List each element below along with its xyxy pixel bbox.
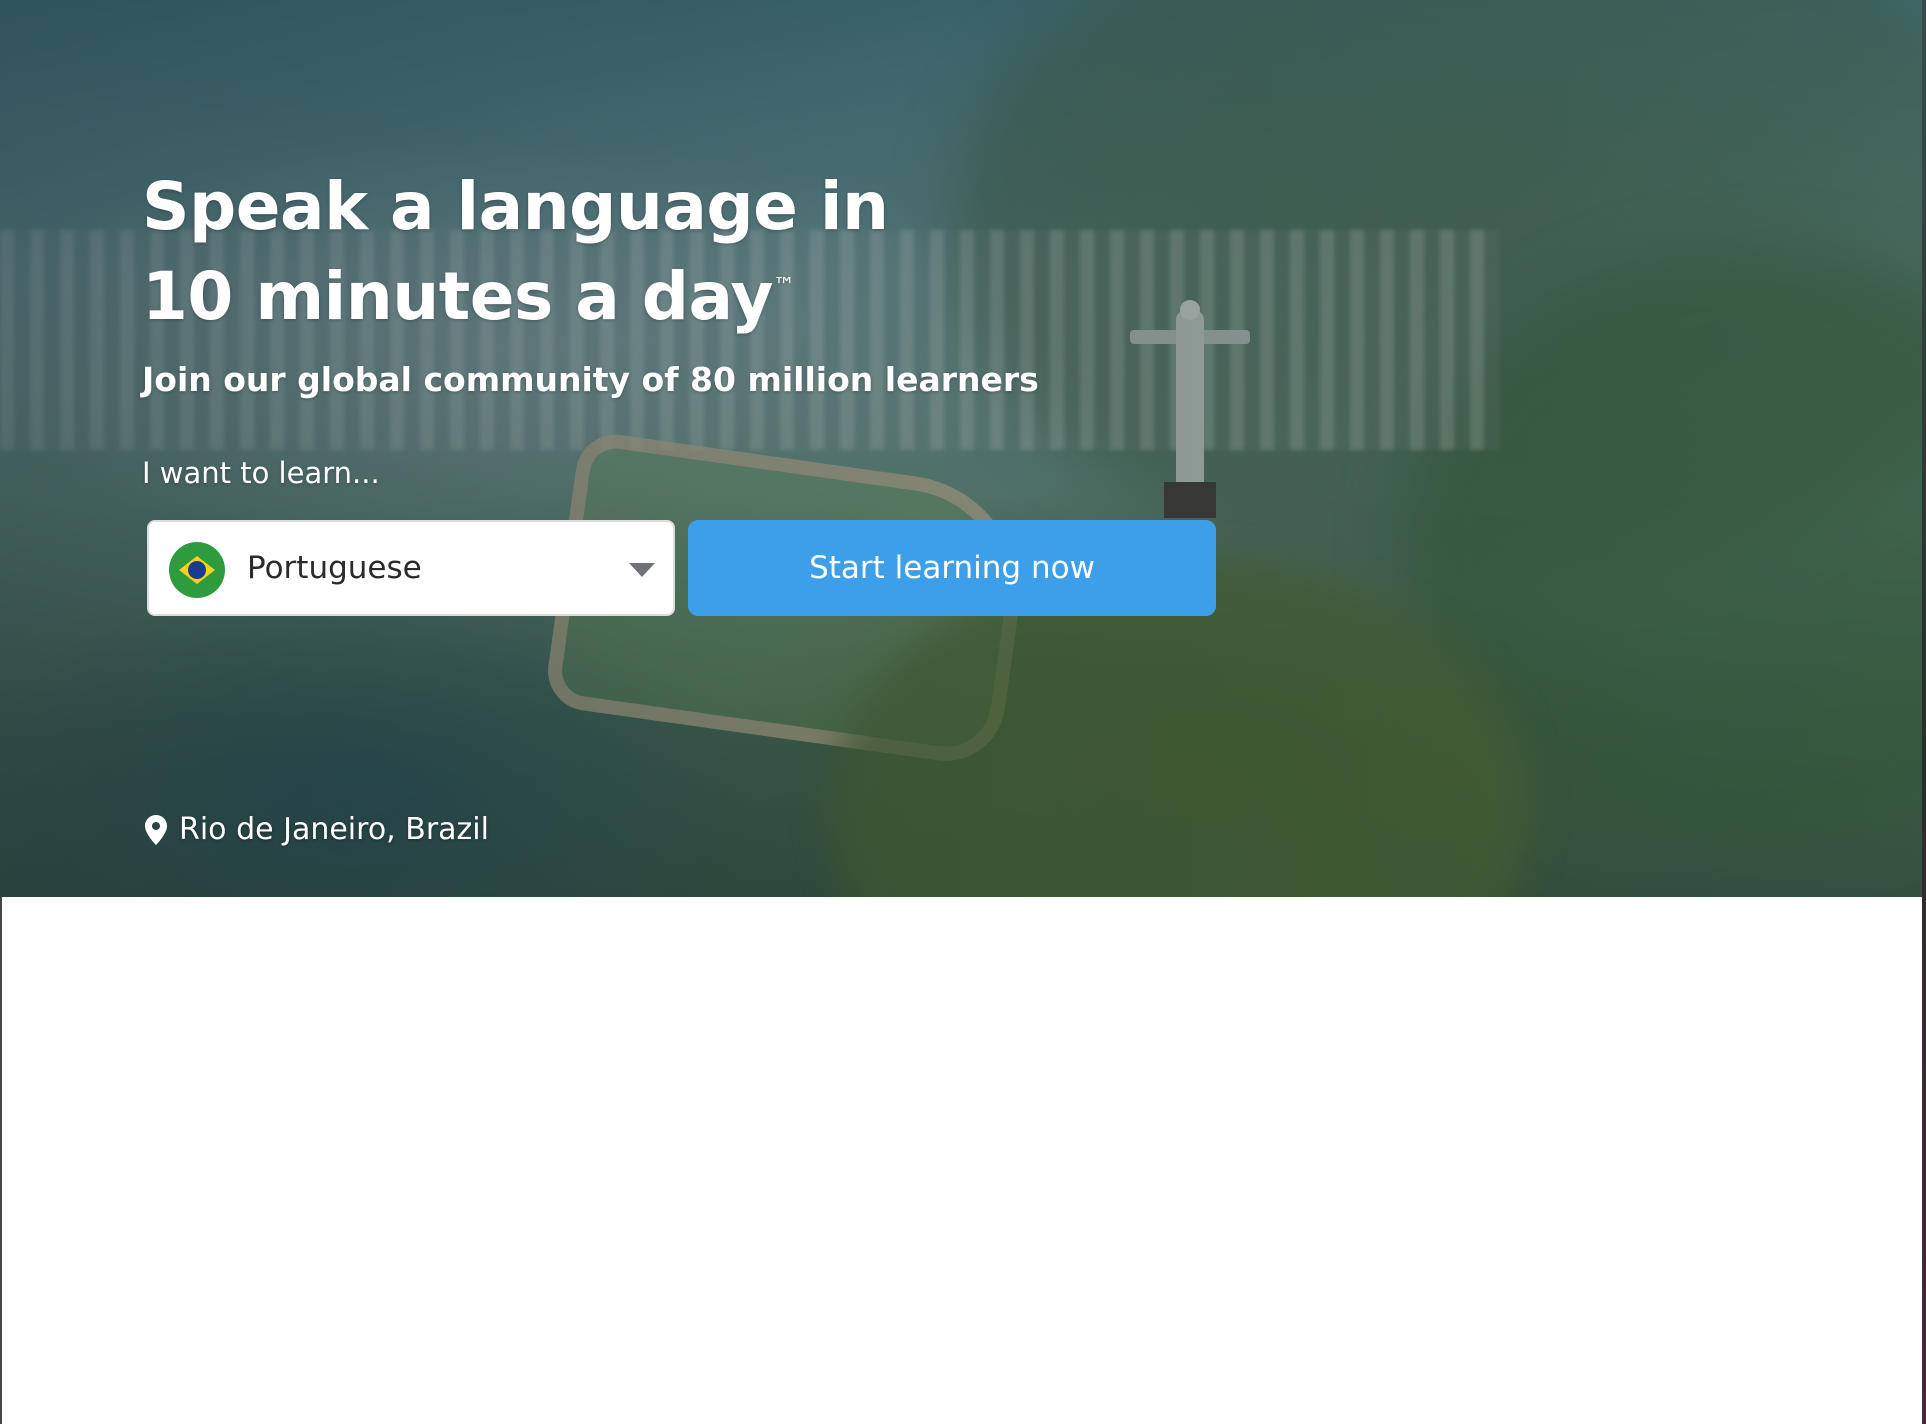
map-pin-icon xyxy=(145,814,167,845)
language-select[interactable]: Portuguese xyxy=(147,520,675,616)
hero-section: Speak a language in 10 minutes a day™ Jo… xyxy=(0,0,1922,897)
hero-headline-line1: Speak a language in xyxy=(142,168,889,245)
page: Speak a language in 10 minutes a day™ Jo… xyxy=(0,0,1926,1424)
hero-headline-line2: 10 minutes a day xyxy=(142,258,774,335)
hero-subheading: Join our global community of 80 million … xyxy=(142,360,1039,399)
window-right-edge xyxy=(1922,0,1926,1424)
language-select-value: Portuguese xyxy=(247,550,422,586)
trademark-symbol: ™ xyxy=(773,274,795,299)
location-text: Rio de Janeiro, Brazil xyxy=(179,812,489,847)
hero-headline: Speak a language in 10 minutes a day™ xyxy=(142,162,889,342)
hero-overlay xyxy=(0,0,1922,897)
brazil-flag-icon xyxy=(169,542,225,598)
chevron-down-icon[interactable] xyxy=(629,563,655,577)
start-learning-button[interactable]: Start learning now xyxy=(688,520,1216,616)
learn-label: I want to learn... xyxy=(142,456,380,490)
location-caption: Rio de Janeiro, Brazil xyxy=(145,812,489,847)
